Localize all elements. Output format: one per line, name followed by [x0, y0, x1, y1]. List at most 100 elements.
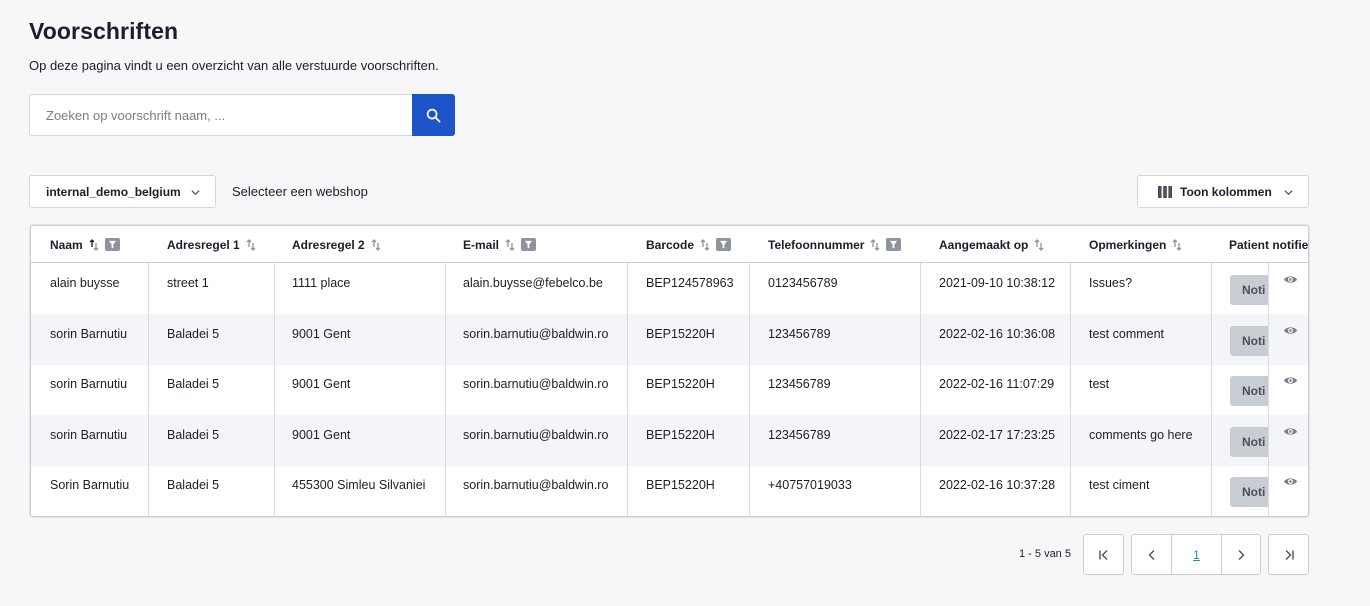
column-divider[interactable]	[274, 263, 275, 516]
table-row: sorin Barnutiu Baladei 5 9001 Gent sorin.ba…	[31, 364, 1308, 415]
next-page-button[interactable]	[1221, 534, 1261, 575]
chevron-left-icon	[1148, 549, 1154, 560]
table-header: Naam Adresregel 1 Adresregel 2 E-mail Barcod…	[31, 226, 1308, 263]
sort-toggle[interactable]	[700, 238, 710, 251]
row-actions-column	[1268, 263, 1308, 516]
sort-icon[interactable]	[700, 238, 710, 251]
cell-address-line-2: 1111 place	[292, 276, 351, 290]
cell-address-line-1: Baladei 5	[167, 478, 220, 492]
eye-icon	[1283, 326, 1297, 334]
sort-icon[interactable]	[1034, 238, 1044, 251]
column-header[interactable]: Aangemaakt op	[939, 226, 1044, 263]
sort-icon[interactable]	[1172, 238, 1182, 251]
column-divider[interactable]	[920, 263, 921, 516]
column-divider[interactable]	[627, 263, 628, 516]
sort-toggle[interactable]	[870, 238, 880, 251]
webshop-select[interactable]: internal_demo_belgium	[29, 175, 216, 208]
cell-barcode: BEP15220H	[646, 326, 715, 341]
sort-toggle[interactable]	[1034, 238, 1044, 251]
cell-remarks: test comment	[1089, 326, 1165, 341]
cell-remarks: test ciment	[1089, 478, 1150, 492]
cell-name: sorin Barnutiu	[50, 377, 128, 391]
sort-toggle[interactable]	[89, 238, 99, 251]
first-page-button[interactable]	[1083, 534, 1124, 575]
filter-icon[interactable]	[104, 238, 120, 251]
sort-icon[interactable]	[246, 238, 256, 251]
cell-phone: +40757019033	[768, 478, 852, 492]
column-divider[interactable]	[1070, 263, 1071, 516]
table-row: sorin Barnutiu Baladei 5 9001 Gent sorin.ba…	[31, 414, 1308, 466]
cell-email: sorin.barnutiu@baldwin.ro	[463, 326, 609, 341]
cell-address-line-1: street 1	[167, 276, 209, 290]
cell-phone: 123456789	[768, 326, 831, 341]
column-header[interactable]: E-mail	[463, 226, 537, 263]
cell-address-line-1: Baladei 5	[167, 427, 220, 442]
search-button[interactable]	[412, 94, 455, 136]
sort-toggle[interactable]	[246, 238, 256, 251]
view-button[interactable]	[1269, 465, 1308, 516]
eye-icon	[1283, 276, 1297, 283]
column-header-label: Adresregel 2	[292, 237, 365, 252]
column-header[interactable]: Naam	[50, 226, 120, 263]
search-input[interactable]	[29, 94, 412, 136]
sort-icon[interactable]	[505, 238, 515, 251]
columns-icon	[1158, 185, 1172, 198]
cell-barcode: BEP124578963	[646, 276, 734, 290]
filter-icon[interactable]	[716, 238, 732, 251]
cell-barcode: BEP15220H	[646, 427, 715, 442]
eye-icon	[1283, 427, 1297, 435]
previous-page-button[interactable]	[1131, 534, 1172, 575]
sort-icon[interactable]	[371, 238, 381, 251]
page-title: Voorschriften	[29, 18, 179, 44]
sort-toggle[interactable]	[371, 238, 381, 251]
cell-created-at: 2022-02-16 11:07:29	[939, 377, 1055, 391]
view-button[interactable]	[1269, 364, 1308, 415]
sort-toggle[interactable]	[505, 238, 515, 251]
cell-phone: 0123456789	[768, 276, 838, 290]
column-header-label: Adresregel 1	[167, 237, 240, 252]
last-page-button[interactable]	[1268, 534, 1309, 575]
sort-toggle[interactable]	[1172, 238, 1182, 251]
eye-icon	[1283, 377, 1297, 384]
column-header-label: Telefoonnummer	[768, 237, 865, 252]
cell-remarks: comments go here	[1089, 427, 1193, 442]
column-header[interactable]: Opmerkingen	[1089, 226, 1182, 263]
cell-address-line-2: 9001 Gent	[292, 427, 351, 442]
cell-address-line-1: Baladei 5	[167, 326, 220, 341]
page-number-button[interactable]: 1	[1171, 534, 1222, 575]
cell-created-at: 2022-02-17 17:23:25	[939, 427, 1056, 442]
column-header-label: Barcode	[646, 237, 695, 252]
eye-icon	[1283, 478, 1297, 485]
cell-email: sorin.barnutiu@baldwin.ro	[463, 427, 609, 442]
column-header[interactable]: Adresregel 2	[292, 226, 381, 263]
chevron-down-icon	[191, 190, 200, 196]
column-divider[interactable]	[1211, 263, 1212, 516]
column-header[interactable]: Patient notifie	[1229, 226, 1308, 263]
sort-icon[interactable]	[870, 238, 880, 251]
cell-email: sorin.barnutiu@baldwin.ro	[463, 478, 609, 492]
column-header[interactable]: Telefoonnummer	[768, 226, 902, 263]
last-page-icon	[1285, 549, 1294, 560]
first-page-icon	[1098, 549, 1107, 560]
chevron-down-icon	[1284, 190, 1293, 196]
sort-icon[interactable]	[89, 238, 99, 251]
view-button[interactable]	[1269, 263, 1308, 314]
table-row: alain buysse street 1 1111 place alain.buys…	[31, 263, 1308, 314]
column-divider[interactable]	[445, 263, 446, 516]
cell-name: Sorin Barnutiu	[50, 478, 130, 492]
cell-name: sorin Barnutiu	[50, 427, 128, 442]
column-header[interactable]: Adresregel 1	[167, 226, 256, 263]
column-header[interactable]: Barcode	[646, 226, 732, 263]
column-divider[interactable]	[148, 263, 149, 516]
view-button[interactable]	[1269, 414, 1308, 466]
cell-remarks: Issues?	[1089, 276, 1133, 290]
filter-icon[interactable]	[521, 238, 537, 251]
cell-name: sorin Barnutiu	[50, 326, 128, 341]
view-button[interactable]	[1269, 313, 1308, 365]
column-divider[interactable]	[749, 263, 750, 516]
show-columns-button[interactable]: Toon kolommen	[1137, 175, 1309, 208]
cell-email: alain.buysse@febelco.be	[463, 276, 603, 290]
table-row: sorin Barnutiu Baladei 5 9001 Gent sorin.ba…	[31, 313, 1308, 365]
filter-icon[interactable]	[886, 238, 902, 251]
page-subtitle: Op deze pagina vindt u een overzicht van…	[29, 58, 439, 73]
